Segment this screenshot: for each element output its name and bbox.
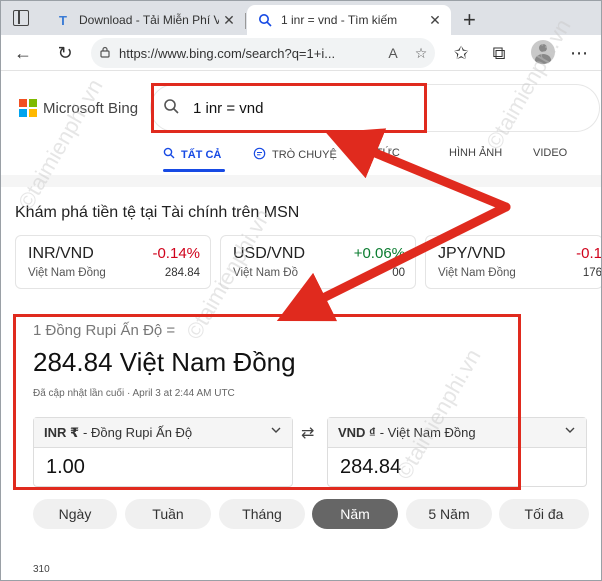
close-tab-icon[interactable]: ✕ <box>219 12 239 29</box>
browser-window: T Download - Tải Miễn Phí VN - ✕ 1 inr =… <box>0 0 602 581</box>
lock-icon[interactable] <box>91 46 119 61</box>
add-favorite-icon[interactable]: ☆ <box>407 45 435 62</box>
watermark: ©taimienphi.vn <box>13 74 108 214</box>
url-text[interactable]: https://www.bing.com/search?q=1+i... <box>119 46 379 61</box>
change-percent: +0.06% <box>353 245 405 262</box>
tab-label: N TỨC <box>365 147 400 159</box>
exchange-rate: 284.84 <box>164 267 200 279</box>
read-aloud-icon[interactable]: A <box>379 45 407 61</box>
browser-toolbar: ← ↻ https://www.bing.com/search?q=1+i...… <box>1 35 601 71</box>
tab-label: TRÒ CHUYỆ <box>272 149 337 161</box>
change-percent: -0.1 <box>576 245 602 262</box>
range-year-button[interactable]: Năm <box>312 499 398 529</box>
range-max-button[interactable]: Tối đa <box>499 499 589 529</box>
tab-video[interactable]: VIDEO <box>533 147 567 159</box>
currency-pair: JPY/VND <box>438 245 506 262</box>
currency-pair: INR/VND <box>28 245 94 262</box>
refresh-icon[interactable]: ↻ <box>53 41 77 65</box>
search-icon <box>163 147 175 162</box>
chart-axis-tick: 310 <box>33 564 50 575</box>
range-month-button[interactable]: Tháng <box>219 499 305 529</box>
tab-chat[interactable]: TRÒ CHUYỆ <box>253 147 337 163</box>
search-scope-tabs: TẤT CẢ TRÒ CHUYỆ N TỨC HÌNH ẢNH VIDEO <box>151 141 601 173</box>
tab-label: TẤT CẢ <box>181 148 222 161</box>
tab-strip: T Download - Tải Miễn Phí VN - ✕ 1 inr =… <box>1 1 601 35</box>
new-tab-plus-icon[interactable]: + <box>463 7 476 33</box>
tab-search[interactable]: 1 inr = vnd - Tìm kiếm ✕ <box>247 5 451 35</box>
tab-news[interactable]: N TỨC <box>365 147 400 159</box>
address-bar[interactable]: https://www.bing.com/search?q=1+i... A ☆ <box>91 38 435 68</box>
active-tab-indicator <box>163 169 225 172</box>
tab-title: 1 inr = vnd - Tìm kiếm <box>281 13 398 27</box>
range-5year-button[interactable]: 5 Năm <box>406 499 492 529</box>
header-divider <box>1 175 601 187</box>
currency-card[interactable]: INR/VND -0.14% Việt Nam Đồng 284.84 <box>15 235 211 289</box>
more-menu-icon[interactable]: ⋯ <box>567 41 591 65</box>
chat-icon <box>253 147 266 163</box>
tab-title: Download - Tải Miễn Phí VN - <box>79 13 219 27</box>
exchange-rate: 00 <box>392 267 405 279</box>
back-arrow-icon[interactable]: ← <box>11 41 35 65</box>
range-day-button[interactable]: Ngày <box>33 499 117 529</box>
tab-all[interactable]: TẤT CẢ <box>163 147 221 162</box>
currency-card[interactable]: JPY/VND -0.1 Việt Nam Đồng 176 <box>425 235 602 289</box>
favorites-icon[interactable]: ✩ <box>449 41 473 65</box>
search-favicon-icon <box>257 12 273 28</box>
change-percent: -0.14% <box>152 245 200 262</box>
currency-name: Việt Nam Đồng <box>438 267 516 279</box>
annotation-box-search <box>151 83 427 133</box>
close-tab-icon[interactable]: ✕ <box>425 12 445 29</box>
annotation-box-result <box>13 314 521 490</box>
tab-download[interactable]: T Download - Tải Miễn Phí VN - ✕ <box>45 5 245 35</box>
tab-label: VIDEO <box>533 147 568 159</box>
exchange-rate: 176 <box>582 267 602 279</box>
tab-separator <box>245 13 246 29</box>
collections-icon[interactable]: ⧉ <box>487 41 511 65</box>
currency-name: Việt Nam Đồng <box>28 267 106 279</box>
taimienphi-favicon-icon: T <box>59 12 67 28</box>
window-icon[interactable] <box>13 10 29 26</box>
chevron-down-icon <box>564 424 576 439</box>
range-week-button[interactable]: Tuần <box>125 499 211 529</box>
microsoft-logo-icon <box>19 99 37 117</box>
